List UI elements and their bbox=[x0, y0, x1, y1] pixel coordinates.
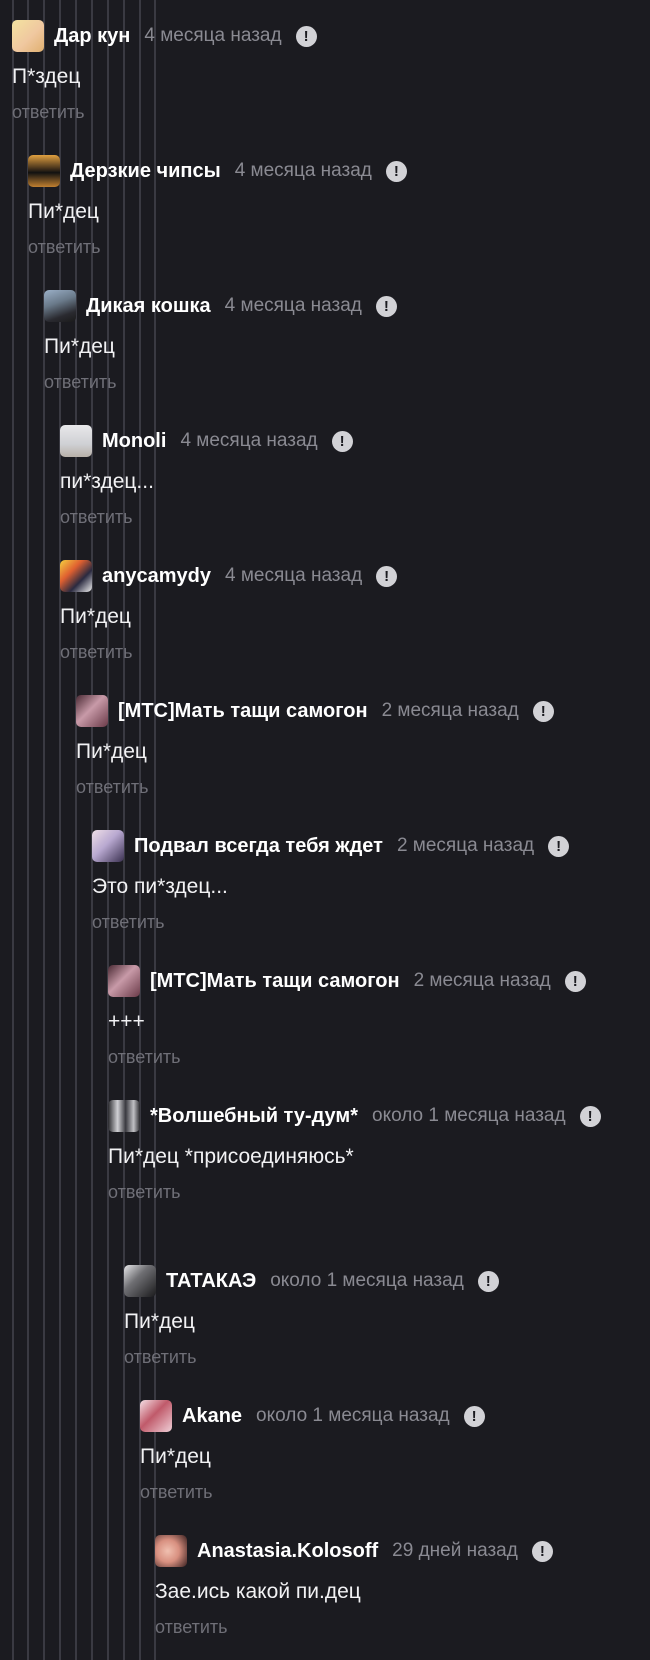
avatar[interactable] bbox=[108, 965, 140, 997]
author-name[interactable]: [МТС]Мать тащи самогон bbox=[118, 696, 368, 726]
avatar[interactable] bbox=[60, 425, 92, 457]
comment: Дикая кошка 4 месяца назад ! Пи*дец отве… bbox=[44, 290, 642, 394]
avatar[interactable] bbox=[60, 560, 92, 592]
author-name[interactable]: [МТС]Мать тащи самогон bbox=[150, 966, 400, 996]
report-icon[interactable]: ! bbox=[375, 295, 397, 317]
report-icon[interactable]: ! bbox=[376, 565, 398, 587]
thread-line bbox=[12, 0, 14, 1660]
avatar[interactable] bbox=[76, 695, 108, 727]
report-icon[interactable]: ! bbox=[385, 160, 407, 182]
avatar[interactable] bbox=[108, 1100, 140, 1132]
comment-header: Monoli 4 месяца назад ! bbox=[60, 425, 642, 457]
report-icon[interactable]: ! bbox=[579, 1105, 601, 1127]
comment-text: Пи*дец bbox=[44, 335, 115, 358]
comment-header: Anastasia.Kolosoff 29 дней назад ! bbox=[155, 1535, 642, 1567]
comment-header: ТАТАКАЭ около 1 месяца назад ! bbox=[124, 1265, 642, 1297]
reply-button[interactable]: ответить bbox=[108, 1045, 642, 1069]
comment: [МТС]Мать тащи самогон 2 месяца назад ! … bbox=[76, 695, 642, 799]
avatar[interactable] bbox=[28, 155, 60, 187]
reply-button[interactable]: ответить bbox=[124, 1345, 642, 1369]
author-name[interactable]: Monoli bbox=[102, 426, 166, 456]
comment: Anastasia.Kolosoff 29 дней назад ! Зае.и… bbox=[155, 1535, 642, 1639]
comment: anycamydy 4 месяца назад ! Пи*дец ответи… bbox=[60, 560, 642, 664]
comment-time: 4 месяца назад bbox=[144, 25, 282, 46]
author-name[interactable]: *Волшебный ту-дум* bbox=[150, 1101, 358, 1131]
comment-header: anycamydy 4 месяца назад ! bbox=[60, 560, 642, 592]
report-icon[interactable]: ! bbox=[295, 25, 317, 47]
comment-time: 4 месяца назад bbox=[224, 565, 363, 586]
avatar[interactable] bbox=[140, 1400, 172, 1432]
comment-time: 2 месяца назад bbox=[413, 970, 551, 991]
author-name[interactable]: Anastasia.Kolosoff bbox=[197, 1536, 378, 1566]
author-name[interactable]: Дар кун bbox=[54, 21, 130, 51]
comment-header: Дар кун 4 месяца назад ! bbox=[12, 20, 642, 52]
comment-text: Пи*дец bbox=[124, 1310, 195, 1333]
reply-button[interactable]: ответить bbox=[140, 1480, 642, 1504]
comment: Подвал всегда тебя ждет 2 месяца назад !… bbox=[92, 830, 642, 934]
comment-text: +++ bbox=[108, 1010, 145, 1033]
author-name[interactable]: Дерзкие чипсы bbox=[70, 156, 221, 186]
comment-time: около 1 месяца назад bbox=[256, 1405, 450, 1426]
comment: Monoli 4 месяца назад ! пи*здец... ответ… bbox=[60, 425, 642, 529]
comment-time: около 1 месяца назад bbox=[270, 1270, 464, 1291]
comment: [МТС]Мать тащи самогон 2 месяца назад ! … bbox=[108, 965, 642, 1069]
reply-button[interactable]: ответить bbox=[108, 1180, 642, 1204]
author-name[interactable]: anycamydy bbox=[102, 561, 211, 591]
author-name[interactable]: Подвал всегда тебя ждет bbox=[134, 831, 383, 861]
comment-text: Пи*дец bbox=[28, 200, 99, 223]
reply-button[interactable]: ответить bbox=[92, 910, 642, 934]
reply-button[interactable]: ответить bbox=[28, 235, 642, 259]
reply-button[interactable]: ответить bbox=[44, 370, 642, 394]
comment-time: 2 месяца назад bbox=[381, 700, 519, 721]
author-name[interactable]: Akane bbox=[182, 1401, 242, 1431]
avatar[interactable] bbox=[12, 20, 44, 52]
comment: Дар кун 4 месяца назад ! П*здец ответить bbox=[12, 20, 642, 124]
report-icon[interactable]: ! bbox=[548, 835, 570, 857]
comment: Дерзкие чипсы 4 месяца назад ! Пи*дец от… bbox=[28, 155, 642, 259]
comment-text: П*здец bbox=[12, 65, 81, 88]
author-name[interactable]: ТАТАКАЭ bbox=[166, 1266, 256, 1296]
comment: ТАТАКАЭ около 1 месяца назад ! Пи*дец от… bbox=[124, 1265, 642, 1369]
comment-text: Пи*дец bbox=[140, 1445, 211, 1468]
reply-button[interactable]: ответить bbox=[60, 505, 642, 529]
comment-time: около 1 месяца назад bbox=[372, 1105, 566, 1126]
report-icon[interactable]: ! bbox=[564, 970, 586, 992]
comment-header: Дерзкие чипсы 4 месяца назад ! bbox=[28, 155, 642, 187]
report-icon[interactable]: ! bbox=[532, 700, 554, 722]
reply-button[interactable]: ответить bbox=[155, 1615, 642, 1639]
comment-header: Подвал всегда тебя ждет 2 месяца назад ! bbox=[92, 830, 642, 862]
comment-time: 2 месяца назад bbox=[396, 835, 535, 856]
comment-text: Пи*дец bbox=[76, 740, 147, 763]
reply-button[interactable]: ответить bbox=[76, 775, 642, 799]
comment: Akane около 1 месяца назад ! Пи*дец отве… bbox=[140, 1400, 642, 1504]
comment-time: 4 месяца назад bbox=[234, 160, 372, 181]
comment-text: пи*здец... bbox=[60, 470, 154, 493]
comment-time: 29 дней назад bbox=[392, 1540, 518, 1561]
reply-button[interactable]: ответить bbox=[60, 640, 642, 664]
comment-text: Зае.ись какой пи.дец bbox=[155, 1580, 361, 1603]
report-icon[interactable]: ! bbox=[331, 430, 353, 452]
comment-header: *Волшебный ту-дум* около 1 месяца назад … bbox=[108, 1100, 642, 1132]
comment-header: [МТС]Мать тащи самогон 2 месяца назад ! bbox=[108, 965, 642, 997]
avatar[interactable] bbox=[155, 1535, 187, 1567]
report-icon[interactable]: ! bbox=[477, 1270, 499, 1292]
comment-time: 4 месяца назад bbox=[180, 430, 318, 451]
avatar[interactable] bbox=[44, 290, 76, 322]
avatar[interactable] bbox=[92, 830, 124, 862]
comment-header: [МТС]Мать тащи самогон 2 месяца назад ! bbox=[76, 695, 642, 727]
comment-text: Пи*дец *присоединяюсь* bbox=[108, 1145, 354, 1168]
comment-text: Это пи*здец... bbox=[92, 875, 228, 898]
report-icon[interactable]: ! bbox=[463, 1405, 485, 1427]
comment-time: 4 месяца назад bbox=[224, 295, 362, 316]
author-name[interactable]: Дикая кошка bbox=[86, 291, 211, 321]
avatar[interactable] bbox=[124, 1265, 156, 1297]
comment: *Волшебный ту-дум* около 1 месяца назад … bbox=[108, 1100, 642, 1204]
reply-button[interactable]: ответить bbox=[12, 100, 642, 124]
comment-header: Дикая кошка 4 месяца назад ! bbox=[44, 290, 642, 322]
report-icon[interactable]: ! bbox=[531, 1540, 553, 1562]
comment-text: Пи*дец bbox=[60, 605, 131, 628]
comment-header: Akane около 1 месяца назад ! bbox=[140, 1400, 642, 1432]
